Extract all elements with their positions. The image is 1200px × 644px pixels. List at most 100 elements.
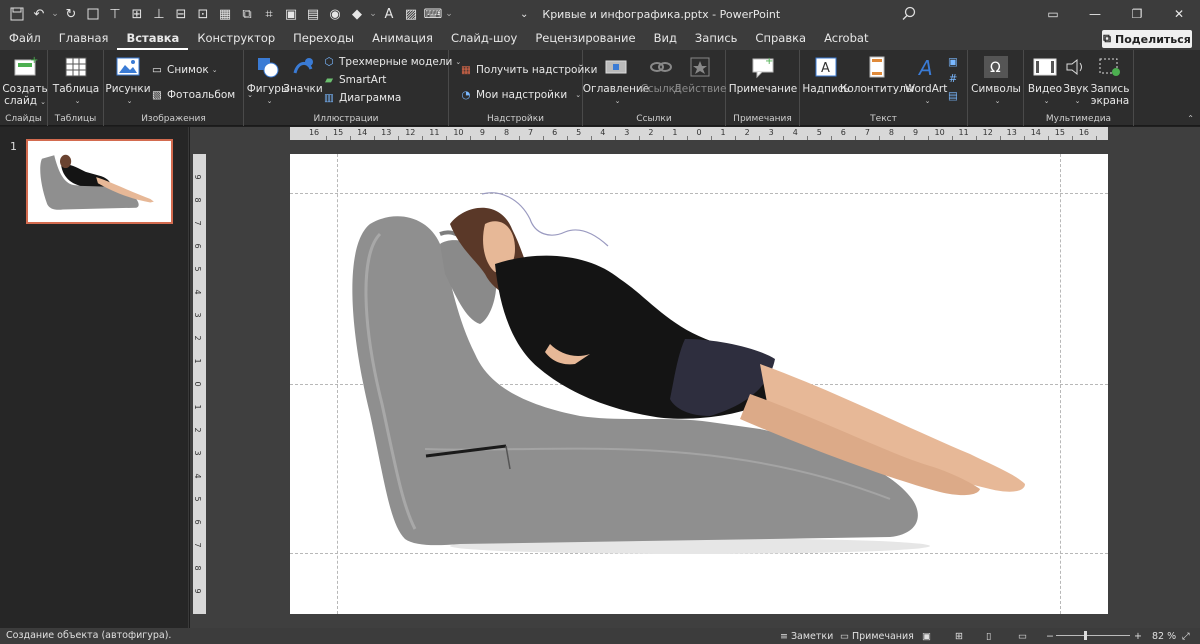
zoom-out-button[interactable]: − [1046, 629, 1054, 643]
icons-icon [288, 53, 318, 81]
video-button[interactable]: Видео ⌄ [1028, 53, 1062, 107]
fit-slide-button[interactable]: ⤢ [1182, 629, 1190, 643]
tab-10[interactable]: Справка [746, 28, 815, 50]
my-addins-button[interactable]: ◔ Мои надстройки ⌄ [459, 86, 581, 103]
normal-view-icon: ▣ [922, 630, 931, 642]
slide-canvas[interactable] [290, 154, 1108, 614]
icons-button[interactable]: Значки [283, 53, 323, 95]
title-chevron-icon[interactable]: ⌄ [520, 9, 528, 20]
group-label-media: Мультимедиа [1045, 114, 1112, 124]
share-button[interactable]: ⧉ Поделиться [1102, 30, 1192, 48]
minimize-icon[interactable]: — [1074, 0, 1116, 28]
addins-icon: ◔ [461, 88, 471, 101]
picture-small-icon[interactable]: ▨ [400, 3, 422, 25]
ribbon-display-icon[interactable]: ▭ [1032, 0, 1074, 28]
textbox-small-icon[interactable]: A [378, 3, 400, 25]
ruler-h-tick [1023, 136, 1025, 140]
slide-thumbnail[interactable] [26, 139, 173, 224]
tab-5[interactable]: Анимация [363, 28, 442, 50]
normal-view-button[interactable]: ▣ [922, 629, 931, 643]
audio-button[interactable]: Звук ⌄ [1062, 53, 1090, 107]
zoom-slider[interactable] [1056, 631, 1130, 640]
customize-qat-icon[interactable]: ⌄ [444, 9, 454, 19]
comment-button[interactable]: + Примечание [728, 53, 798, 95]
svg-text:+: + [765, 56, 773, 67]
ruler-h-label: 3 [768, 128, 774, 137]
link-small-icon[interactable]: ⌨ [422, 3, 444, 25]
arrange-icon[interactable]: ⧉ [236, 3, 258, 25]
align-center-icon[interactable]: ⊞ [126, 3, 148, 25]
textbox-icon: A [811, 53, 841, 81]
tab-6[interactable]: Слайд-шоу [442, 28, 526, 50]
woman-on-lounger-picture[interactable] [290, 154, 1108, 614]
screen-recording-button[interactable]: Запись экрана [1090, 53, 1130, 107]
table-button[interactable]: Таблица ⌄ [52, 53, 100, 107]
date-time-button[interactable]: ▣ [946, 53, 963, 70]
tab-8[interactable]: Вид [645, 28, 686, 50]
tab-11[interactable]: Acrobat [815, 28, 877, 50]
tab-7[interactable]: Рецензирование [526, 28, 644, 50]
zoom-in-button[interactable]: + [1134, 629, 1142, 643]
slide-number-button[interactable]: # [946, 70, 963, 87]
table-small-icon[interactable]: ▦ [214, 3, 236, 25]
stroke-icon[interactable]: ▤ [302, 3, 324, 25]
distribute-icon[interactable]: ⊟ [170, 3, 192, 25]
shapes-caret-icon: ⌄ [266, 97, 273, 105]
align-top-icon[interactable]: ⊤ [104, 3, 126, 25]
ruler-v-label: 3 [193, 312, 203, 318]
redo-icon[interactable]: ↻ [60, 3, 82, 25]
reading-view-button[interactable]: ▯ [986, 629, 991, 643]
app-name: PowerPoint [719, 7, 781, 21]
table-label: Таблица [52, 83, 100, 95]
new-slide-label: Создать [2, 83, 48, 95]
3d-models-button[interactable]: ⬡ Трехмерные модели ⌄ [322, 53, 461, 70]
undo-icon[interactable]: ↶ [28, 3, 50, 25]
tab-0[interactable]: Файл [0, 28, 50, 50]
crop-icon[interactable]: ⌗ [258, 3, 280, 25]
smartart-button[interactable]: ▰ SmartArt [322, 71, 386, 88]
tab-4[interactable]: Переходы [284, 28, 363, 50]
ruler-v-label: 2 [193, 427, 203, 433]
action-button[interactable]: Действие [674, 53, 726, 95]
shape-fill-icon[interactable]: ▣ [280, 3, 302, 25]
close-icon[interactable]: ✕ [1158, 0, 1200, 28]
align-bottom-icon[interactable]: ⊥ [148, 3, 170, 25]
comment-label: Примечание [728, 83, 798, 95]
notes-button[interactable]: ≡ Заметки [780, 629, 833, 643]
checkbox-icon[interactable] [82, 3, 104, 25]
get-addins-button[interactable]: ▦ Получить надстройки [459, 61, 597, 78]
chart-button[interactable]: ▥ Диаграмма [322, 89, 401, 106]
zoom-slider-thumb[interactable] [1084, 631, 1087, 640]
ruler-h-tick [686, 136, 688, 140]
tab-1[interactable]: Главная [50, 28, 118, 50]
zoom-level-label: 82 % [1152, 630, 1177, 642]
collapse-ribbon-icon[interactable]: ⌃ [1187, 114, 1194, 123]
slide-sorter-button[interactable]: ⊞ [955, 629, 963, 643]
zoom-button[interactable]: Оглавление ⌄ [583, 53, 649, 107]
search-icon[interactable] [900, 5, 918, 23]
color-picker-icon[interactable]: ◆ [346, 3, 368, 25]
group-icon[interactable]: ⊡ [192, 3, 214, 25]
object-button[interactable]: ▤ [946, 87, 963, 104]
slideshow-button[interactable]: ▭ [1018, 629, 1027, 643]
header-footer-button[interactable]: Колонтитулы [840, 53, 914, 95]
shapes-button[interactable]: Фигуры ⌄ [247, 53, 289, 107]
screenshot-button[interactable]: ▭ Снимок ⌄ [150, 61, 218, 78]
wordart-button[interactable]: A WordArt ⌄ [905, 53, 948, 107]
comments-button[interactable]: ▭ Примечания [840, 629, 914, 643]
save-icon[interactable] [6, 3, 28, 25]
slide-number: 1 [10, 140, 17, 153]
pictures-button[interactable]: Рисунки ⌄ [105, 53, 151, 107]
slideshow-icon: ▭ [1018, 630, 1027, 642]
effects-icon[interactable]: ◉ [324, 3, 346, 25]
maximize-icon[interactable]: ❐ [1116, 0, 1158, 28]
photo-album-button[interactable]: ▧ Фотоальбом ⌄ [150, 86, 253, 103]
tab-2[interactable]: Вставка [117, 28, 189, 50]
color-dropdown-icon[interactable]: ⌄ [368, 9, 378, 19]
undo-dropdown-icon[interactable]: ⌄ [50, 9, 60, 19]
symbols-button[interactable]: Ω Символы ⌄ [971, 53, 1021, 107]
tab-3[interactable]: Конструктор [188, 28, 284, 50]
tab-9[interactable]: Запись [686, 28, 747, 50]
new-slide-button[interactable]: + Создать слайд ⌄ [2, 53, 48, 108]
zoom-level[interactable]: 82 % [1152, 629, 1176, 643]
